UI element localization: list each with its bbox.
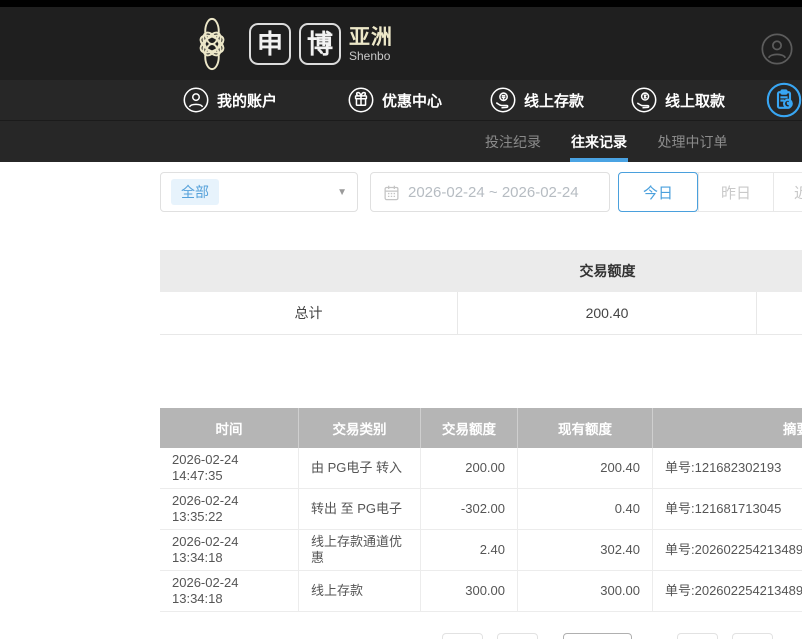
transactions-table: 时间 交易类别 交易额度 现有额度 摘要 2026-02-24 14:47:35…: [160, 408, 802, 612]
calendar-icon: [383, 184, 400, 201]
pagination-page-select[interactable]: [563, 633, 632, 639]
top-strip: [0, 0, 802, 7]
cell-balance: 300.00: [518, 571, 653, 611]
records-tabbar: 投注纪录 往来记录 处理中订单: [0, 120, 802, 162]
cell-amount: 2.40: [421, 530, 518, 570]
cell-balance: 200.40: [518, 448, 653, 488]
cell-memo: 单号:121682302193: [653, 448, 802, 488]
cell-memo: 单号:202602254213489: [653, 530, 802, 570]
nav-label: 线上取款: [665, 90, 725, 111]
summary-header-blank: [160, 250, 458, 292]
cell-balance: 0.40: [518, 489, 653, 529]
hand-money-icon: [631, 87, 657, 113]
table-row: 2026-02-24 14:47:35 由 PG电子 转入 200.00 200…: [160, 448, 802, 489]
tab-label: 处理中订单: [658, 132, 728, 152]
table-header-row: 时间 交易类别 交易额度 现有额度 摘要: [160, 408, 802, 448]
summary-header-amount: 交易额度: [458, 250, 757, 292]
brand-char-2: 博: [299, 23, 341, 65]
cell-type: 线上存款: [299, 571, 421, 611]
col-header-amount: 交易额度: [421, 408, 518, 448]
summary-total-cut: [757, 292, 802, 334]
brand-subtitle: Shenbo: [349, 50, 393, 62]
quick-range-yesterday[interactable]: 昨日: [699, 173, 773, 211]
cell-time: 2026-02-24 14:47:35: [160, 448, 299, 488]
pagination-button[interactable]: [442, 633, 483, 639]
table-row: 2026-02-24 13:34:18 线上存款通道优惠 2.40 302.40…: [160, 530, 802, 571]
today-button[interactable]: 今日: [618, 172, 698, 212]
active-tab-underline: [570, 158, 628, 162]
nav-label: 优惠中心: [382, 90, 442, 111]
gift-icon: [348, 87, 374, 113]
brand-region: 亚洲: [349, 27, 393, 48]
table-row: 2026-02-24 13:34:18 线上存款 300.00 300.00 单…: [160, 571, 802, 612]
transaction-type-select[interactable]: 全部 ▼: [160, 172, 358, 212]
cell-time: 2026-02-24 13:34:18: [160, 530, 299, 570]
pagination-button[interactable]: [732, 633, 773, 639]
cell-type: 由 PG电子 转入: [299, 448, 421, 488]
cell-memo: 单号:202602254213489: [653, 571, 802, 611]
site-header: 申 博 亚洲 Shenbo: [0, 7, 802, 80]
tab-label: 往来记录: [571, 132, 627, 152]
nav-label: 线上存款: [524, 90, 584, 111]
range-partial-label: 近: [794, 182, 802, 203]
summary-header-cut: [757, 250, 802, 292]
cell-amount: 200.00: [421, 448, 518, 488]
cell-type: 线上存款通道优惠: [299, 530, 421, 570]
hand-coin-icon: [490, 87, 516, 113]
cell-time: 2026-02-24 13:35:22: [160, 489, 299, 529]
nav-item-my-account[interactable]: 我的账户: [183, 80, 277, 120]
pagination-button[interactable]: [497, 633, 538, 639]
cell-memo: 单号:121681713045: [653, 489, 802, 529]
cell-amount: -302.00: [421, 489, 518, 529]
records-clipboard-icon[interactable]: [766, 82, 802, 118]
selected-type-chip: 全部: [171, 179, 219, 205]
cell-type: 转出 至 PG电子: [299, 489, 421, 529]
nav-item-online-deposit[interactable]: 线上存款: [490, 80, 584, 120]
summary-total-value: 200.40: [458, 292, 757, 334]
date-range-input[interactable]: 2026-02-24 ~ 2026-02-24: [370, 172, 610, 212]
tab-label: 投注纪录: [485, 132, 541, 152]
summary-total-row: 总计 200.40: [160, 292, 802, 335]
tab-processing-orders[interactable]: 处理中订单: [655, 121, 730, 162]
pagination-button[interactable]: [677, 633, 718, 639]
nav-item-promotions[interactable]: 优惠中心: [348, 80, 442, 120]
col-header-time: 时间: [160, 408, 299, 448]
col-header-type: 交易类别: [299, 408, 421, 448]
cell-balance: 302.40: [518, 530, 653, 570]
col-header-memo: 摘要: [653, 408, 802, 448]
lotus-flower-icon: [183, 15, 241, 73]
date-range-value: 2026-02-24 ~ 2026-02-24: [408, 184, 579, 201]
brand-logo[interactable]: 申 博 亚洲 Shenbo: [183, 15, 393, 73]
chevron-down-icon: ▼: [337, 187, 347, 198]
user-icon: [183, 87, 209, 113]
tab-betting-records[interactable]: 投注纪录: [483, 121, 543, 162]
cell-amount: 300.00: [421, 571, 518, 611]
summary-table: 交易额度 总计 200.40: [160, 250, 802, 335]
col-header-balance: 现有额度: [518, 408, 653, 448]
profile-avatar-icon[interactable]: [761, 33, 793, 65]
transaction-records-page: 申 博 亚洲 Shenbo 我的账户: [0, 0, 802, 639]
nav-label: 我的账户: [217, 90, 277, 111]
main-nav: 我的账户 优惠中心 线上存款: [0, 80, 802, 120]
table-row: 2026-02-24 13:35:22 转出 至 PG电子 -302.00 0.…: [160, 489, 802, 530]
brand-char-1: 申: [249, 23, 291, 65]
yesterday-label: 昨日: [721, 182, 751, 203]
quick-range-next[interactable]: 近: [774, 173, 802, 211]
today-label: 今日: [643, 182, 673, 203]
summary-header-row: 交易额度: [160, 250, 802, 292]
tab-transaction-records[interactable]: 往来记录: [569, 121, 629, 162]
summary-total-label: 总计: [160, 292, 458, 334]
cell-time: 2026-02-24 13:34:18: [160, 571, 299, 611]
nav-item-online-withdrawal[interactable]: 线上取款: [631, 80, 725, 120]
